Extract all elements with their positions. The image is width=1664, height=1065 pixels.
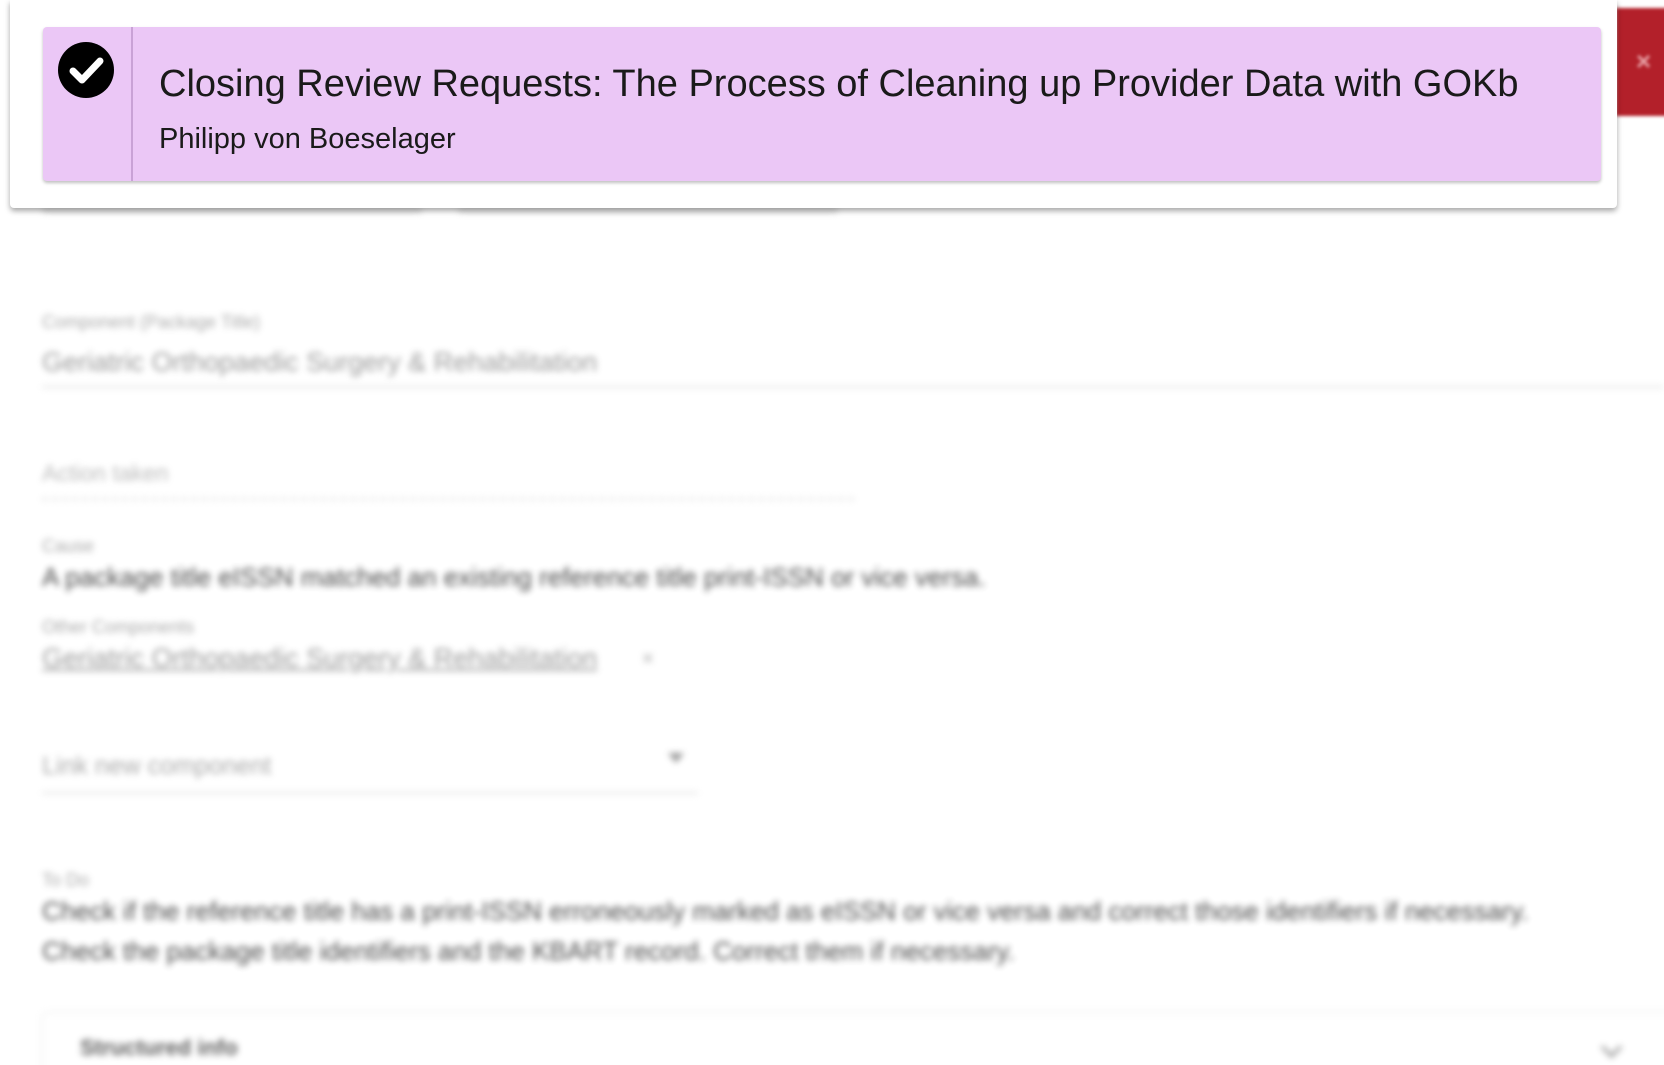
notification-author: Philipp von Boeselager [159,123,456,155]
component-label: Component (Package Title) [42,312,261,332]
notification-title: Closing Review Requests: The Process of … [159,63,1519,105]
close-button[interactable]: × [1616,8,1664,116]
check-circle-icon [58,42,114,98]
other-component-link[interactable]: Geriatric Orthopaedic Surgery & Rehabili… [42,643,597,674]
todo-label: To Do [42,870,90,890]
notification-icon-column [43,27,133,181]
link-component-underline [42,792,698,794]
cause-value: A package title eISSN matched an existin… [42,562,986,592]
component-link[interactable]: Geriatric Orthopaedic Surgery & Rehabili… [42,347,597,378]
chevron-down-icon[interactable] [668,753,684,763]
other-components-label: Other Components [42,617,195,637]
component-underline [42,386,1664,388]
structured-info-panel[interactable] [42,1012,1664,1065]
action-taken-label: Action taken [42,460,169,486]
review-request-page: Component (Package Title) Geriatric Orth… [0,0,1664,1065]
notification-toast[interactable]: Closing Review Requests: The Process of … [43,27,1601,181]
todo-line-1: Check if the reference title has a print… [42,896,1529,926]
todo-line-2: Check the package title identifiers and … [42,936,1015,966]
remove-component-icon[interactable]: × [642,648,654,671]
cause-label: Cause [42,536,95,556]
action-taken-field[interactable] [42,498,854,500]
notification-container: Closing Review Requests: The Process of … [10,0,1617,208]
structured-info-label: Structured info [80,1035,238,1060]
close-icon: × [1636,46,1652,76]
link-component-select[interactable]: Link new component [42,752,271,781]
